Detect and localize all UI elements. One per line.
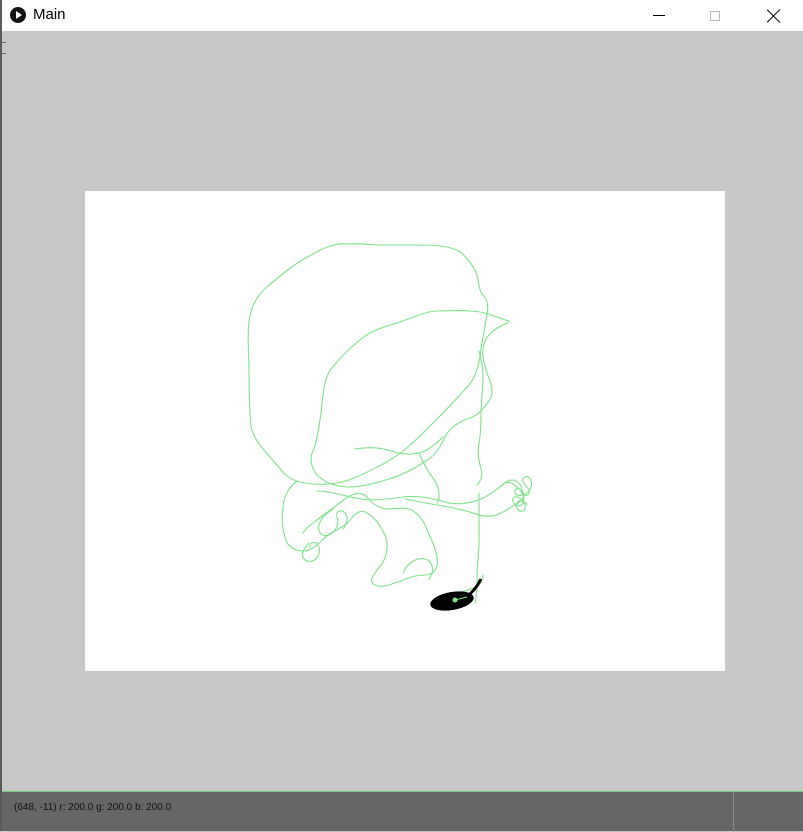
- sketch-canvas[interactable]: [85, 191, 725, 671]
- title-bar[interactable]: Main: [2, 0, 803, 31]
- trail-right-scribble: [504, 476, 533, 512]
- trail-cross-connect: [354, 436, 444, 455]
- trail-inner-drift: [418, 452, 440, 504]
- maximize-icon: [710, 10, 720, 21]
- close-icon: [767, 9, 781, 23]
- trail-right-branch: [476, 350, 484, 486]
- window-edge-marker: [2, 42, 6, 54]
- wander-trail: [247, 243, 533, 604]
- maximize-button[interactable]: [692, 0, 738, 31]
- trail-drawing: [247, 243, 533, 611]
- minimize-button[interactable]: [636, 0, 682, 31]
- window-title: Main: [33, 6, 66, 23]
- blob-tail: [467, 578, 483, 597]
- app-play-icon: [10, 7, 26, 23]
- dark-blob: [430, 591, 474, 611]
- cursor-color-readout: (648, -11) r: 200.0 g: 200.0 b: 200.0: [14, 802, 172, 813]
- status-divider: [733, 792, 734, 832]
- main-window: Main (648, -11) r: 200.0 g: 200.0 b: 200…: [0, 0, 803, 832]
- minimize-icon: [653, 15, 665, 16]
- status-bar: (648, -11) r: 200.0 g: 200.0 b: 200.0: [2, 791, 803, 832]
- close-button[interactable]: [751, 0, 797, 31]
